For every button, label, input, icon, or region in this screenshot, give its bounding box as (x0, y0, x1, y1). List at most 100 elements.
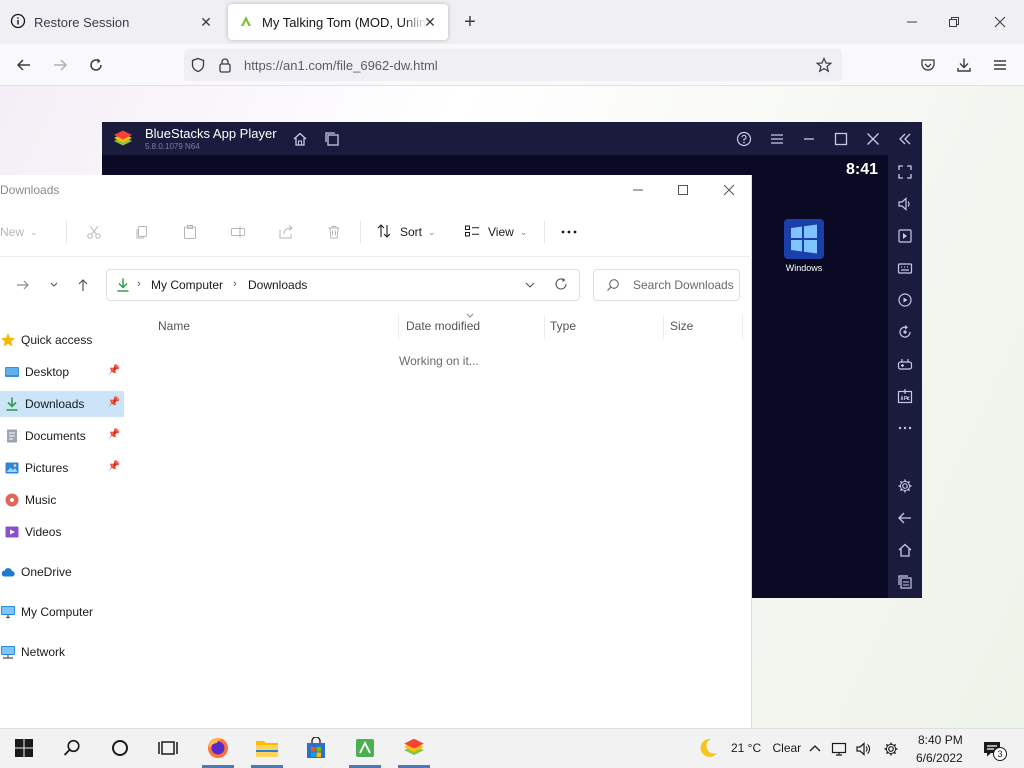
nav-label: OneDrive (21, 565, 72, 579)
back-button[interactable] (10, 51, 38, 79)
close-icon[interactable] (862, 128, 884, 150)
help-icon[interactable] (733, 128, 755, 150)
taskbar-date[interactable]: 6/6/2022 (916, 751, 963, 765)
up-arrow-icon[interactable] (76, 278, 90, 295)
settings-gear-icon[interactable] (881, 739, 901, 759)
view-button[interactable]: View ⌄ (464, 219, 527, 245)
android-home-icon[interactable] (894, 539, 916, 561)
more-options-icon[interactable] (560, 219, 578, 245)
file-list[interactable]: Name Date modified Type Size Working on … (124, 305, 752, 728)
tab-my-talking-tom[interactable]: My Talking Tom (MOD, Unlimited ✕ (228, 4, 448, 40)
collapse-sidebar-icon[interactable] (894, 128, 916, 150)
forward-button[interactable] (46, 51, 74, 79)
new-tab-button[interactable]: + (458, 10, 482, 34)
task-view-button[interactable] (144, 729, 192, 768)
cortana-button[interactable] (96, 729, 144, 768)
taskbar-store[interactable] (292, 729, 340, 768)
tab-restore-session[interactable]: Restore Session ✕ (0, 4, 224, 40)
lock-icon[interactable] (218, 57, 232, 76)
refresh-icon[interactable] (554, 277, 568, 294)
network-tray-icon[interactable] (829, 739, 849, 759)
menu-button[interactable] (986, 51, 1014, 79)
recent-apps-icon[interactable] (894, 571, 916, 593)
column-header-name[interactable]: Name (158, 319, 190, 333)
speaker-icon[interactable] (853, 739, 873, 759)
taskbar-time[interactable]: 8:40 PM (918, 733, 963, 747)
screen-lock-icon[interactable] (894, 225, 916, 247)
sort-button[interactable]: Sort ⌄ (376, 219, 436, 245)
nav-pictures[interactable]: Pictures 📌 (0, 455, 124, 481)
windows-app-shortcut[interactable]: Windows (782, 219, 826, 275)
url-bar[interactable]: https://an1.com/file_6962-dw.html (184, 49, 842, 81)
nav-documents[interactable]: Documents 📌 (0, 423, 124, 449)
hamburger-menu-icon[interactable] (766, 128, 788, 150)
start-button[interactable] (0, 729, 48, 768)
restore-button[interactable] (940, 8, 968, 36)
cut-icon[interactable] (86, 219, 102, 245)
column-header-type[interactable]: Type (550, 319, 576, 333)
keyboard-icon[interactable] (894, 257, 916, 279)
maximize-icon[interactable] (830, 128, 852, 150)
rotate-icon[interactable] (894, 321, 916, 343)
downloads-button[interactable] (950, 51, 978, 79)
taskbar-firefox[interactable] (194, 729, 242, 768)
maximize-button[interactable] (663, 177, 703, 203)
bookmark-star-icon[interactable] (815, 57, 833, 76)
copy-icon[interactable] (134, 219, 150, 245)
chevron-down-icon: ⌄ (30, 226, 38, 237)
breadcrumb-downloads[interactable]: Downloads (248, 278, 307, 292)
moon-weather-icon[interactable] (696, 736, 720, 760)
back-arrow-icon[interactable] (894, 507, 916, 529)
breadcrumb-my-computer[interactable]: My Computer (151, 278, 223, 292)
nav-videos[interactable]: Videos (0, 519, 124, 545)
nav-my-computer[interactable]: My Computer (0, 599, 124, 625)
search-button[interactable] (48, 729, 96, 768)
taskbar-bluestacks[interactable] (390, 729, 438, 768)
forward-arrow-icon[interactable] (16, 278, 30, 295)
nav-music[interactable]: Music (0, 487, 124, 513)
minimize-icon[interactable] (798, 128, 820, 150)
shield-icon[interactable] (190, 57, 206, 76)
reload-button[interactable] (82, 51, 110, 79)
macro-icon[interactable] (894, 289, 916, 311)
recent-locations-chevron-icon[interactable] (49, 278, 59, 295)
close-button[interactable] (709, 177, 749, 203)
multi-window-icon[interactable] (321, 128, 343, 150)
more-options-icon[interactable] (894, 417, 916, 439)
new-button[interactable]: New ⌄ (0, 219, 38, 245)
nav-desktop[interactable]: Desktop 📌 (0, 359, 124, 385)
gamepad-icon[interactable] (894, 353, 916, 375)
url-text[interactable]: https://an1.com/file_6962-dw.html (244, 58, 438, 73)
close-window-button[interactable] (986, 8, 1014, 36)
paste-icon[interactable] (182, 219, 198, 245)
apk-install-icon[interactable] (894, 385, 916, 407)
pocket-button[interactable] (914, 51, 942, 79)
nav-downloads[interactable]: Downloads 📌 (0, 391, 124, 417)
home-icon[interactable] (289, 128, 311, 150)
download-arrow-icon (115, 277, 131, 296)
minimize-button[interactable] (618, 177, 658, 203)
nav-onedrive[interactable]: OneDrive (0, 559, 124, 585)
chevron-up-icon[interactable] (805, 739, 825, 759)
nav-quick-access[interactable]: Quick access (0, 327, 124, 353)
settings-gear-icon[interactable] (894, 475, 916, 497)
weather-widget[interactable]: 21 °C Clear (731, 741, 801, 755)
address-bar[interactable]: › My Computer › Downloads (106, 269, 580, 301)
nav-network[interactable]: Network (0, 639, 124, 665)
close-icon[interactable]: ✕ (198, 14, 214, 30)
share-icon[interactable] (278, 219, 294, 245)
explorer-address-row: › My Computer › Downloads Search Downloa… (0, 267, 752, 305)
minimize-button[interactable] (898, 8, 926, 36)
column-header-size[interactable]: Size (670, 319, 693, 333)
chevron-down-icon[interactable] (524, 278, 536, 295)
volume-icon[interactable] (894, 193, 916, 215)
nav-label: Desktop (25, 365, 70, 379)
nav-label: Network (21, 645, 66, 659)
search-box[interactable]: Search Downloads (593, 269, 740, 301)
taskbar-bluestacks-multi-instance[interactable] (341, 729, 389, 768)
taskbar-file-explorer[interactable] (243, 729, 291, 768)
delete-icon[interactable] (326, 219, 342, 245)
fullscreen-icon[interactable] (894, 161, 916, 183)
close-icon[interactable]: ✕ (422, 14, 438, 30)
rename-icon[interactable] (230, 219, 246, 245)
